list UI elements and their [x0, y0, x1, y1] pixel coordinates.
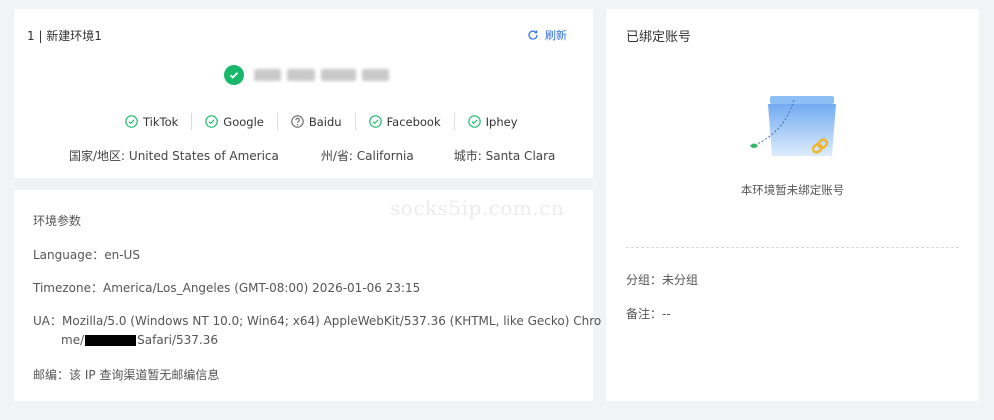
check-label: Facebook	[386, 114, 441, 129]
redacted-block	[85, 334, 137, 346]
refresh-button[interactable]: 刷新	[527, 27, 567, 43]
dashed-divider	[626, 247, 959, 248]
ua-prefix: me/	[61, 333, 85, 347]
bound-accounts-card: 已绑定账号 本环境暂未绑定账号 分组：未分组 备注：--	[606, 9, 979, 401]
ua-suffix: Safari/537.36	[137, 333, 218, 347]
unbound-link-illustration	[750, 96, 836, 156]
city: 城市: Santa Clara	[454, 147, 556, 164]
ip-status-row	[224, 65, 389, 85]
user-agent-line: UA：Mozilla/5.0 (Windows NT 10.0; Win64; …	[33, 314, 602, 328]
check-label: TikTok	[143, 114, 179, 129]
refresh-label: 刷新	[545, 29, 567, 42]
check-baidu[interactable]: Baidu	[278, 115, 355, 129]
country: 国家/地区: United States of America	[69, 147, 279, 164]
geo-info: 国家/地区: United States of America 州/省: Cal…	[69, 147, 555, 164]
check-google[interactable]: Google	[192, 115, 277, 129]
ip-address-redacted	[254, 69, 389, 81]
no-account-message: 本环境暂未绑定账号	[740, 183, 845, 197]
timezone-line: Timezone：America/Los_Angeles (GMT-08:00)…	[33, 281, 421, 295]
state: 州/省: California	[321, 147, 414, 164]
country-value: United States of America	[128, 149, 279, 163]
environment-card: 1 | 新建环境1 刷新 TikTok Google Baidu Faceboo…	[14, 9, 593, 178]
user-agent-continued: me/ Safari/537.36	[61, 333, 218, 347]
check-circle-icon	[224, 65, 244, 85]
country-label: 国家/地区:	[69, 149, 129, 163]
group-info: 分组：未分组	[626, 273, 699, 287]
state-value: California	[356, 149, 414, 163]
check-label: Baidu	[308, 114, 342, 129]
check-label: Google	[223, 114, 264, 129]
check-tiktok[interactable]: TikTok	[125, 115, 191, 129]
environment-title: 1 | 新建环境1	[27, 29, 102, 43]
city-label: 城市:	[453, 149, 486, 163]
refresh-icon	[528, 30, 538, 40]
zipcode-line: 邮编：该 IP 查询渠道暂无邮编信息	[33, 368, 220, 382]
bound-accounts-title: 已绑定账号	[626, 30, 692, 45]
params-title: 环境参数	[33, 214, 82, 228]
platform-checks: TikTok Google Baidu Facebook Iphey	[125, 113, 531, 130]
check-label: Iphey	[485, 114, 518, 129]
city-value: Santa Clara	[485, 149, 556, 163]
check-circle-icon	[205, 115, 219, 128]
check-circle-icon	[125, 115, 138, 128]
watermark: socks5ip.com.cn	[390, 196, 565, 220]
language-line: Language：en-US	[33, 248, 140, 262]
check-facebook[interactable]: Facebook	[356, 115, 454, 129]
environment-params-card: 环境参数 Language：en-US Timezone：America/Los…	[14, 190, 601, 401]
check-iphey[interactable]: Iphey	[455, 115, 531, 129]
question-circle-icon	[291, 115, 304, 128]
note-info: 备注：--	[626, 307, 671, 321]
check-circle-icon	[368, 115, 382, 128]
check-circle-icon	[467, 115, 481, 128]
state-label: 州/省:	[320, 149, 357, 163]
